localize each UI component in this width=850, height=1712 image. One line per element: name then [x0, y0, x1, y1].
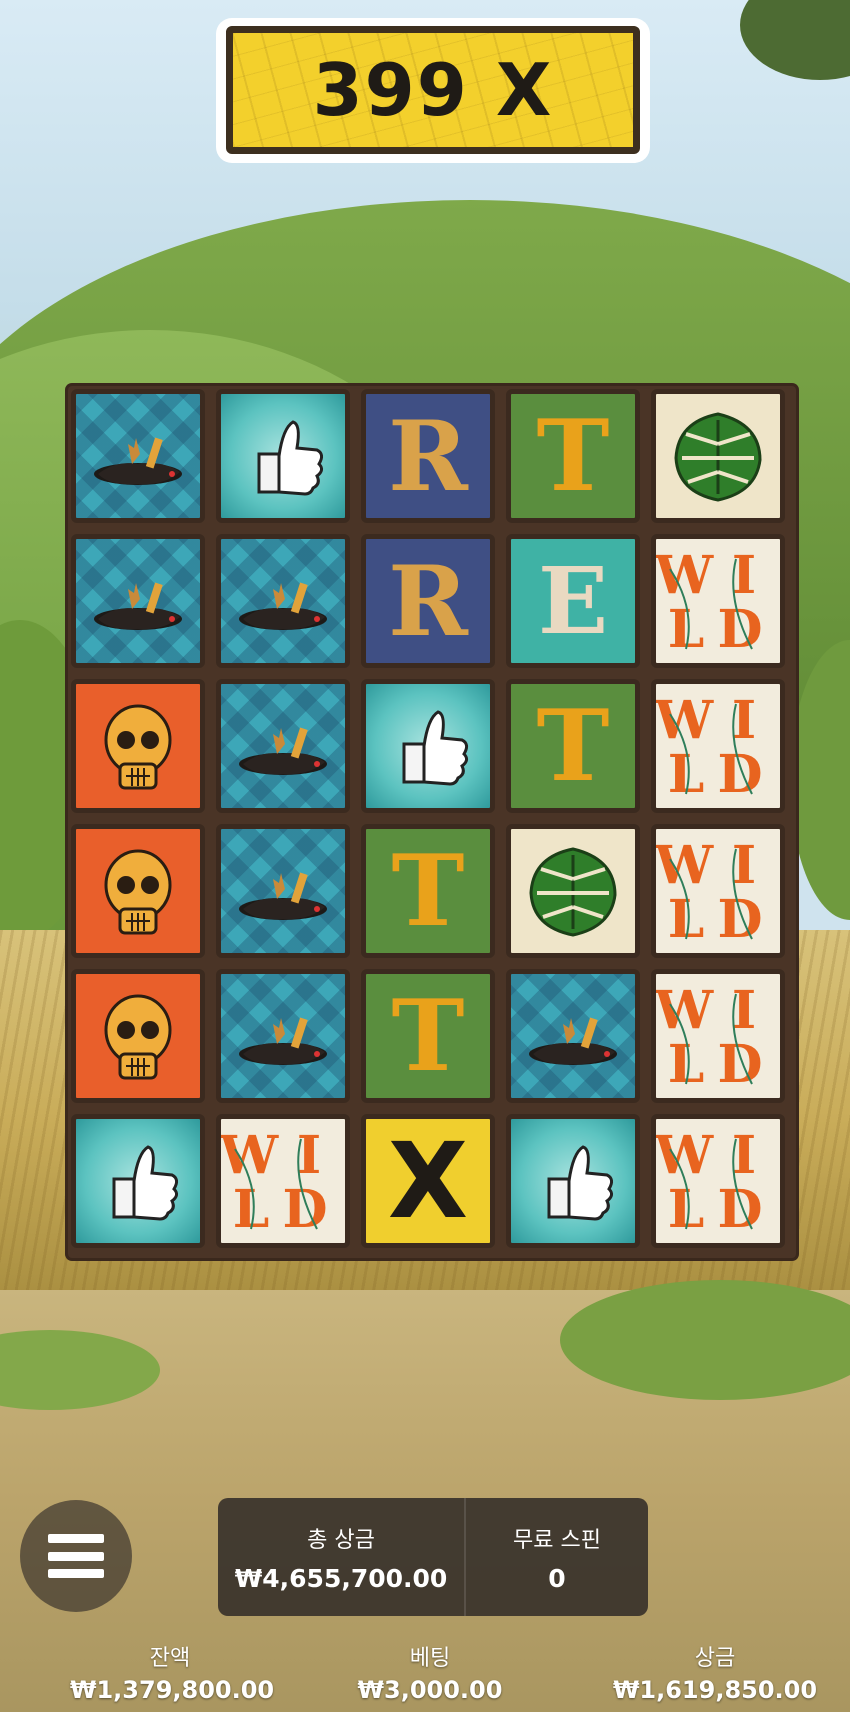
free-spins-value: 0	[548, 1563, 566, 1593]
symbol-thumbs-up-icon	[216, 389, 350, 523]
svg-text:I: I	[732, 1125, 756, 1186]
hamburger-menu-icon	[48, 1534, 104, 1578]
symbol-letter-text: X	[387, 1120, 469, 1242]
symbol-wild-icon: WILD	[651, 534, 785, 668]
symbol-thumbs-up-icon	[506, 1114, 640, 1248]
total-win-value: ₩4,655,700.00	[234, 1563, 448, 1593]
symbol-chicken-icon	[216, 969, 350, 1103]
free-spins-section: 무료 스핀 0	[466, 1498, 648, 1616]
symbol-letter-t: T	[361, 969, 495, 1103]
symbol-skull-icon	[71, 824, 205, 958]
symbol-letter-e: E	[506, 534, 640, 668]
symbol-chicken-icon	[216, 824, 350, 958]
symbol-letter-x: X	[361, 1114, 495, 1248]
svg-text:I: I	[297, 1125, 321, 1186]
svg-text:D: D	[717, 1034, 762, 1095]
multiplier-banner: 399 X	[226, 26, 640, 154]
symbol-letter-t: T	[506, 679, 640, 813]
svg-text:D: D	[717, 744, 762, 805]
svg-text:W: W	[656, 1125, 715, 1186]
symbol-wild-icon: WILD	[216, 1114, 350, 1248]
symbol-letter-text: T	[536, 398, 610, 514]
svg-text:I: I	[732, 690, 756, 751]
bet-label: 베팅	[409, 1646, 451, 1671]
symbol-leaf-icon	[506, 824, 640, 958]
symbol-letter-r: R	[361, 389, 495, 523]
symbol-chicken-icon	[71, 389, 205, 523]
symbol-chicken-icon	[506, 969, 640, 1103]
symbol-wild-icon: WILD	[651, 824, 785, 958]
symbol-skull-icon	[71, 679, 205, 813]
free-spins-label: 무료 스핀	[513, 1527, 601, 1553]
symbol-letter-text: T	[536, 688, 610, 804]
symbol-leaf-icon	[651, 389, 785, 523]
symbol-letter-text: E	[537, 547, 609, 655]
symbol-letter-text: R	[388, 399, 468, 513]
symbol-letter-text: R	[388, 544, 468, 658]
total-win-section: 총 상금 ₩4,655,700.00	[218, 1498, 464, 1616]
balance-stat: 잔액 ₩1,379,800.00	[70, 1640, 275, 1704]
svg-text:D: D	[717, 1179, 762, 1240]
menu-button[interactable]	[20, 1500, 132, 1612]
svg-text:D: D	[717, 599, 762, 660]
svg-text:W: W	[656, 545, 715, 606]
svg-text:I: I	[732, 980, 756, 1041]
svg-text:D: D	[282, 1179, 327, 1240]
total-win-label: 총 상금	[307, 1527, 375, 1553]
symbol-skull-icon	[71, 969, 205, 1103]
symbol-letter-text: T	[391, 833, 465, 949]
symbol-letter-t: T	[506, 389, 640, 523]
svg-text:W: W	[656, 980, 715, 1041]
win-label: 상금	[694, 1646, 736, 1671]
svg-text:W: W	[656, 690, 715, 751]
win-info-panel: 총 상금 ₩4,655,700.00 무료 스핀 0	[218, 1498, 648, 1616]
symbol-wild-icon: WILD	[651, 679, 785, 813]
symbol-thumbs-up-icon	[361, 679, 495, 813]
symbol-chicken-icon	[216, 679, 350, 813]
svg-text:W: W	[221, 1125, 280, 1186]
symbol-thumbs-up-icon	[71, 1114, 205, 1248]
balance-label: 잔액	[149, 1646, 191, 1671]
slot-reel-grid: RTREWILDTWILDTWILDTWILDWILDXWILD	[68, 386, 796, 1258]
svg-text:I: I	[732, 545, 756, 606]
symbol-letter-text: T	[391, 978, 465, 1094]
bet-value: ₩3,000.00	[357, 1676, 503, 1704]
symbol-wild-icon: WILD	[651, 969, 785, 1103]
svg-text:I: I	[732, 835, 756, 896]
symbol-chicken-icon	[216, 534, 350, 668]
symbol-wild-icon: WILD	[651, 1114, 785, 1248]
multiplier-value: 399 X	[312, 48, 554, 132]
symbol-letter-t: T	[361, 824, 495, 958]
svg-text:W: W	[656, 835, 715, 896]
balance-value: ₩1,379,800.00	[70, 1676, 275, 1704]
svg-text:D: D	[717, 889, 762, 950]
win-value: ₩1,619,850.00	[612, 1676, 818, 1704]
symbol-chicken-icon	[71, 534, 205, 668]
bet-stat[interactable]: 베팅 ₩3,000.00	[340, 1640, 520, 1704]
symbol-letter-r: R	[361, 534, 495, 668]
win-stat: 상금 ₩1,619,850.00	[610, 1640, 820, 1704]
